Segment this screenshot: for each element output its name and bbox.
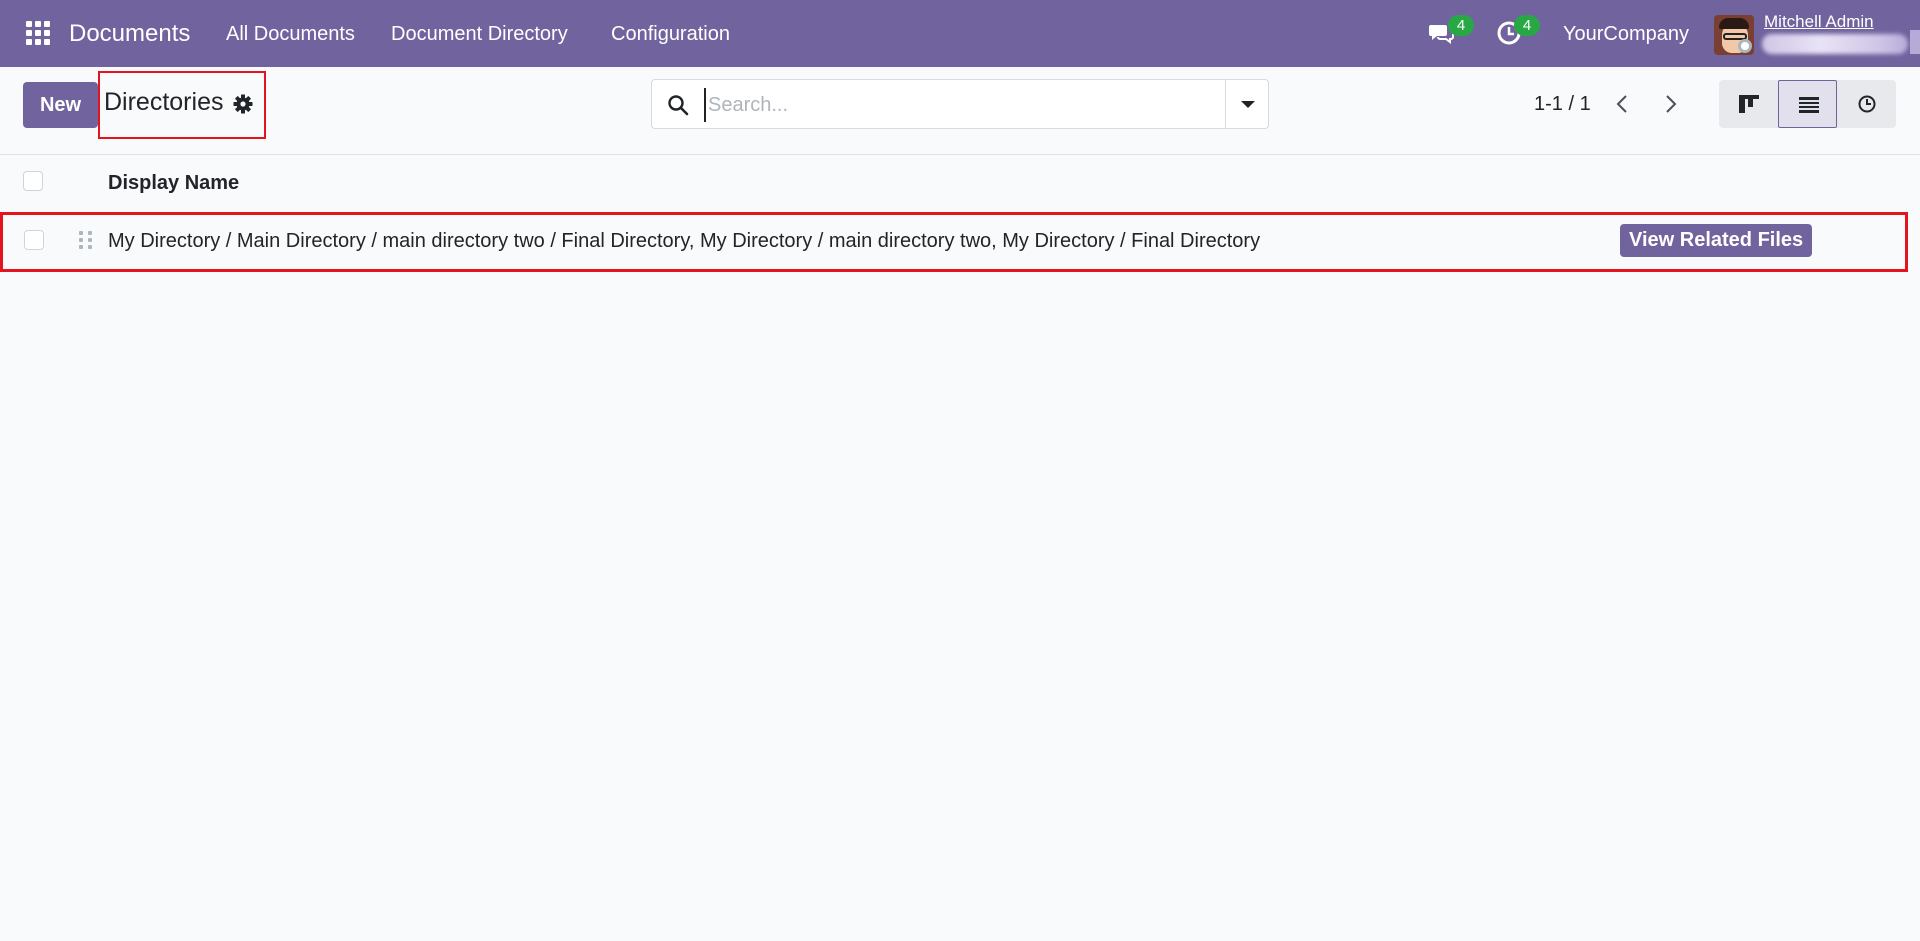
breadcrumb-title: Directories: [104, 88, 224, 116]
gear-icon[interactable]: [233, 94, 253, 114]
search-box: [651, 79, 1269, 129]
pager-next-icon[interactable]: [1658, 92, 1682, 116]
search-icon: [668, 95, 689, 116]
top-navbar: Documents All Documents Document Directo…: [0, 0, 1920, 67]
app-menu-grid-icon[interactable]: [26, 21, 50, 45]
row-display-name: My Directory / Main Directory / main dir…: [108, 230, 1261, 252]
caret-down-icon: [1241, 101, 1255, 108]
list-icon: [1799, 97, 1819, 113]
control-panel: New Directories 1-1 / 1: [0, 67, 1920, 155]
company-switcher[interactable]: YourCompany: [1563, 22, 1689, 46]
table-row[interactable]: My Directory / Main Directory / main dir…: [0, 212, 1908, 272]
database-name-blurred: [1762, 34, 1908, 54]
kanban-view-button[interactable]: [1719, 80, 1778, 128]
menu-item-all-documents[interactable]: All Documents: [226, 22, 355, 46]
kanban-icon: [1739, 95, 1759, 113]
view-related-files-button[interactable]: View Related Files: [1620, 224, 1813, 257]
app-brand[interactable]: Documents: [69, 19, 190, 49]
user-status-icon: [1738, 39, 1752, 53]
select-all-checkbox[interactable]: [23, 171, 43, 191]
drag-handle-icon[interactable]: [79, 231, 93, 251]
messages-count-badge: 4: [1448, 15, 1474, 36]
new-button[interactable]: New: [23, 82, 98, 128]
menu-item-document-directory[interactable]: Document Directory: [391, 22, 568, 46]
activities-count-badge: 4: [1514, 15, 1540, 36]
menu-item-configuration[interactable]: Configuration: [611, 22, 730, 46]
activity-view-button[interactable]: [1837, 80, 1896, 128]
navbar-edge-decoration: [1910, 30, 1920, 54]
pager-value[interactable]: 1-1 / 1: [1534, 92, 1591, 116]
search-input[interactable]: [704, 88, 1204, 122]
user-menu-name[interactable]: Mitchell Admin: [1764, 12, 1874, 32]
clock-icon: [1858, 95, 1876, 113]
column-header-display-name[interactable]: Display Name: [108, 170, 239, 196]
search-options-toggle[interactable]: [1225, 80, 1268, 128]
list-view-button[interactable]: [1778, 80, 1837, 128]
view-switcher: [1719, 80, 1896, 128]
row-checkbox[interactable]: [24, 230, 44, 250]
pager-previous-icon[interactable]: [1611, 92, 1635, 116]
